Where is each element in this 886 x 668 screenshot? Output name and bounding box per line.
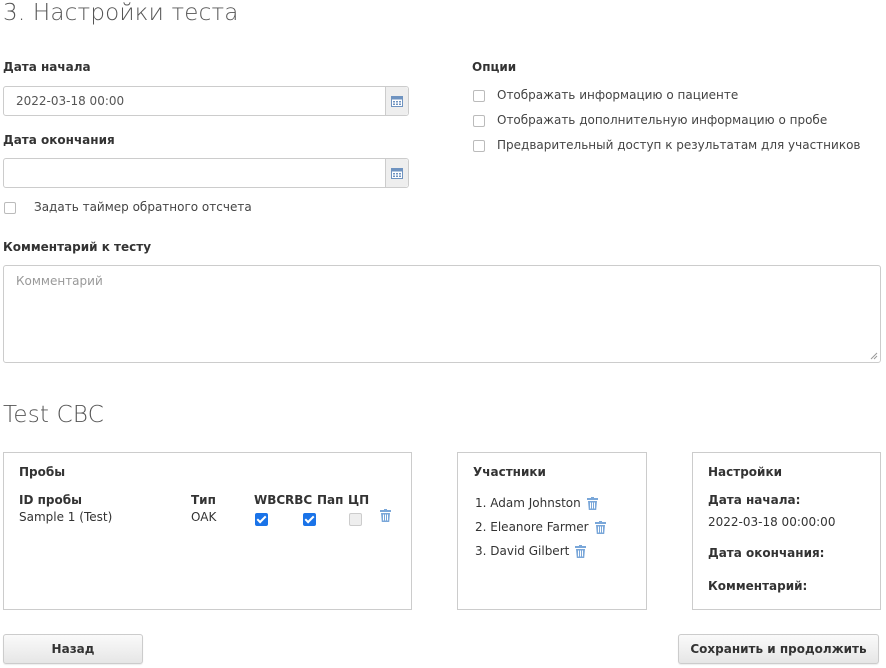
- delete-sample-trash-icon[interactable]: [380, 509, 391, 522]
- participants-title: Участники: [473, 465, 546, 479]
- participant-name: 1. Adam Johnston: [475, 496, 581, 510]
- col-header-id: ID пробы: [19, 493, 82, 507]
- participant-item: 1. Adam Johnston: [475, 496, 598, 510]
- settings-start-label: Дата начала:: [708, 493, 801, 507]
- participant-name: 3. David Gilbert: [475, 544, 570, 558]
- comment-placeholder: Комментарий: [16, 274, 103, 288]
- resize-handle-icon[interactable]: [870, 352, 878, 360]
- participant-name: 2. Eleanore Farmer: [475, 520, 589, 534]
- start-date-field[interactable]: 2022-03-18 00:00: [3, 86, 409, 116]
- page-title: 3. Настройки теста: [3, 0, 239, 26]
- option-extra-sample-info-checkbox[interactable]: [473, 115, 485, 127]
- calendar-icon: [391, 96, 403, 107]
- option-patient-info-checkbox[interactable]: [473, 90, 485, 102]
- options-title: Опции: [472, 60, 517, 74]
- col-header-pap: Пап: [317, 493, 344, 507]
- col-header-type: Тип: [191, 493, 216, 507]
- delete-participant-trash-icon[interactable]: [586, 496, 598, 510]
- sample-type: OAK: [191, 510, 217, 524]
- calendar-button[interactable]: [385, 87, 408, 115]
- samples-title: Пробы: [19, 465, 66, 479]
- sample-id: Sample 1 (Test): [19, 510, 113, 524]
- calendar-icon: [391, 168, 403, 179]
- back-button[interactable]: Назад: [3, 634, 143, 664]
- start-date-label: Дата начала: [3, 60, 91, 74]
- end-date-label: Дата окончания: [3, 133, 115, 147]
- option-patient-info-label: Отображать информацию о пациенте: [497, 88, 739, 102]
- settings-start-value: 2022-03-18 00:00:00: [708, 515, 836, 529]
- participants-panel: Участники 1. Adam Johnston 2. Eleanore F…: [457, 452, 647, 610]
- calendar-button[interactable]: [385, 159, 408, 187]
- col-header-wbc: WBC: [254, 493, 286, 507]
- settings-panel: Настройки Дата начала: 2022-03-18 00:00:…: [692, 452, 881, 610]
- rbc-checkbox[interactable]: [302, 513, 316, 526]
- cp-checkbox[interactable]: [349, 513, 362, 526]
- save-and-continue-button[interactable]: Сохранить и продолжить: [678, 634, 879, 664]
- option-preliminary-access-label: Предварительный доступ к результатам для…: [497, 138, 861, 152]
- comment-label: Комментарий к тесту: [3, 240, 152, 254]
- col-header-rbc: RBC: [285, 493, 313, 507]
- wbc-checkbox[interactable]: [255, 513, 268, 526]
- comment-textarea[interactable]: Комментарий: [3, 265, 881, 363]
- delete-participant-trash-icon[interactable]: [575, 544, 587, 558]
- start-date-value[interactable]: 2022-03-18 00:00: [4, 87, 385, 115]
- col-header-cp: ЦП: [348, 493, 370, 507]
- samples-panel: Пробы ID пробы Тип WBC RBC Пап ЦП Sample…: [3, 452, 412, 610]
- settings-end-label: Дата окончания:: [708, 546, 825, 560]
- settings-comment-label: Комментарий:: [708, 579, 808, 593]
- participant-item: 2. Eleanore Farmer: [475, 520, 606, 534]
- option-preliminary-access-checkbox[interactable]: [473, 140, 485, 152]
- timer-label: Задать таймер обратного отсчета: [34, 200, 252, 214]
- option-extra-sample-info-label: Отображать дополнительную информацию о п…: [497, 113, 828, 127]
- participant-item: 3. David Gilbert: [475, 544, 587, 558]
- timer-checkbox[interactable]: [4, 202, 16, 214]
- settings-title: Настройки: [708, 465, 783, 479]
- delete-participant-trash-icon[interactable]: [594, 520, 606, 534]
- end-date-value[interactable]: [4, 159, 385, 187]
- test-title: Test CBC: [3, 402, 104, 428]
- end-date-field[interactable]: [3, 158, 409, 188]
